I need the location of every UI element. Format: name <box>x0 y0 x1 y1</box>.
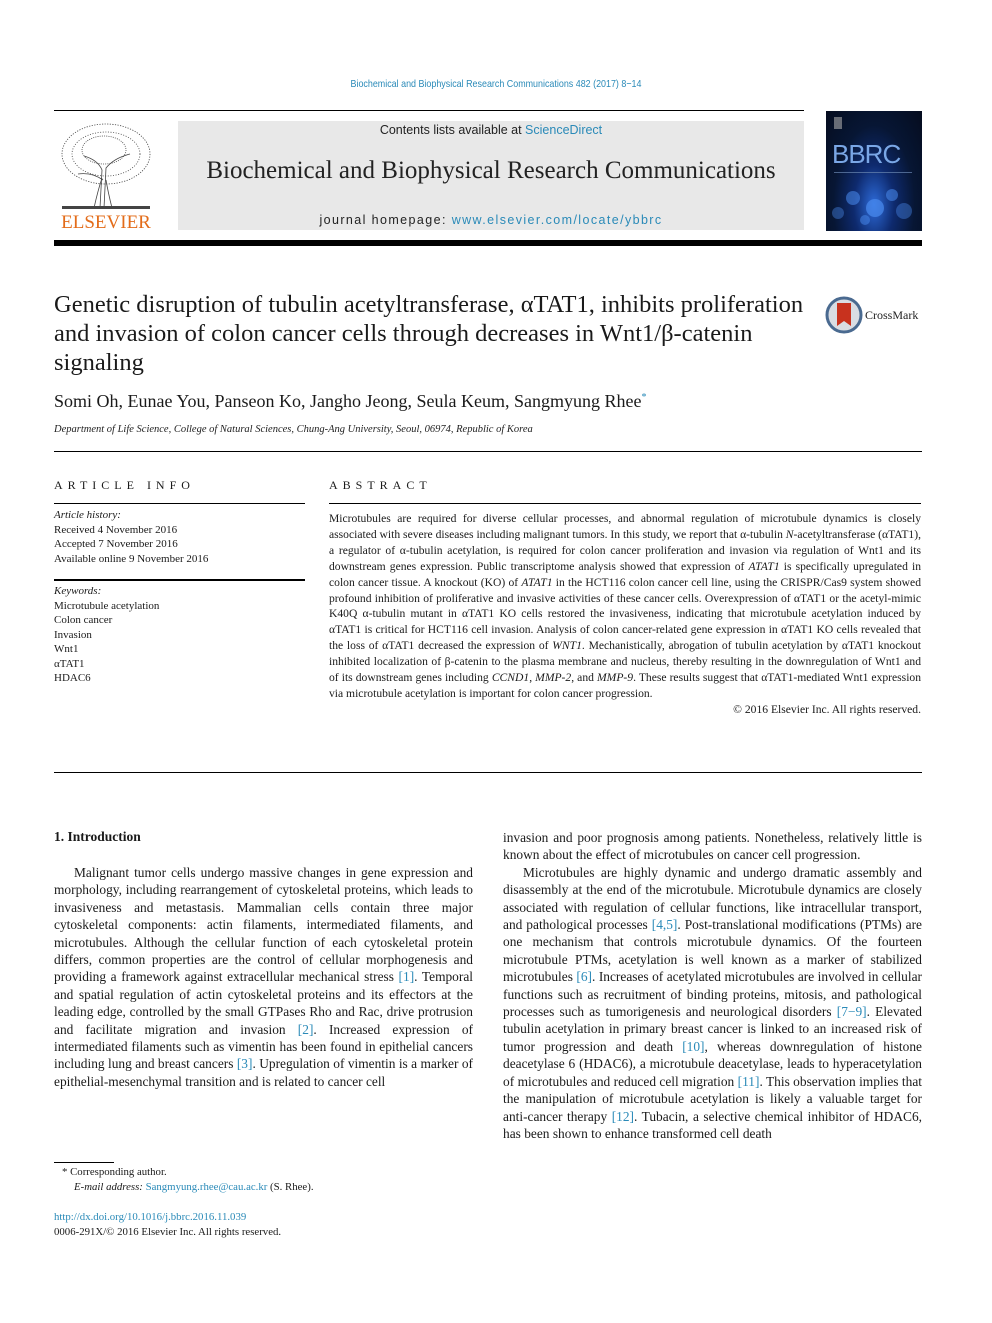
keywords-rule <box>54 579 305 581</box>
italic-term: N <box>785 527 794 541</box>
journal-homepage: journal homepage: www.elsevier.com/locat… <box>319 213 663 227</box>
corresponding-author-marker[interactable]: * <box>641 392 646 403</box>
doi-link[interactable]: http://dx.doi.org/10.1016/j.bbrc.2016.11… <box>54 1211 246 1223</box>
elsevier-logo[interactable]: ELSEVIER <box>54 120 158 234</box>
crossmark-icon <box>825 296 863 334</box>
citation-link[interactable]: [3] <box>237 1056 253 1071</box>
affiliation: Department of Life Science, College of N… <box>54 424 533 435</box>
issn-copyright: 0006-291X/© 2016 Elsevier Inc. All right… <box>54 1226 282 1238</box>
footnote-rule <box>54 1162 114 1163</box>
italic-term: ATAT1 <box>521 575 553 589</box>
intro-paragraph: Malignant tumor cells undergo massive ch… <box>54 864 473 1090</box>
keywords-label: Keywords: <box>54 585 102 597</box>
citation-link[interactable]: [7−9] <box>837 1004 867 1019</box>
cover-divider <box>834 172 912 173</box>
intro-paragraph: Microtubules are highly dynamic and unde… <box>503 864 922 1143</box>
email-line: E-mail address: Sangmyung.rhee@cau.ac.kr… <box>74 1181 314 1193</box>
keyword: HDAC6 <box>54 672 91 684</box>
abstract-body: Microtubules are required for diverse ce… <box>329 511 921 718</box>
abstract-copyright: © 2016 Elsevier Inc. All rights reserved… <box>733 702 921 716</box>
keywords-block: Keywords: Microtubule acetylation Colon … <box>54 584 305 686</box>
text-run: , and <box>571 671 597 685</box>
keyword: Wnt1 <box>54 643 79 655</box>
intro-paragraph-continued: invasion and poor prognosis among patien… <box>503 830 922 863</box>
keyword: Invasion <box>54 628 92 641</box>
contents-line: Contents lists available at ScienceDirec… <box>379 123 603 137</box>
publisher-name: ELSEVIER <box>61 212 151 233</box>
citation-link[interactable]: [12] <box>612 1109 634 1124</box>
header-thick-rule <box>54 240 922 246</box>
citation-link[interactable]: [11] <box>738 1074 760 1089</box>
article-history: Article history: Received 4 November 201… <box>54 508 305 566</box>
crossmark-label: CrossMark <box>865 308 919 322</box>
citation-link[interactable]: [6] <box>576 969 592 984</box>
journal-cover-image[interactable]: BBRC <box>826 111 922 231</box>
article-info-rule <box>54 503 305 504</box>
intro-left-column: Malignant tumor cells undergo massive ch… <box>54 864 473 1090</box>
italic-term: CCND1 <box>491 671 530 685</box>
italic-term: MMP-2 <box>535 671 572 685</box>
author-email-link[interactable]: Sangmyung.rhee@cau.ac.kr <box>146 1181 268 1193</box>
abstract-bottom-rule <box>54 772 922 773</box>
sciencedirect-link[interactable]: ScienceDirect <box>525 123 602 137</box>
abstract-paragraph: Microtubules are required for diverse ce… <box>329 511 921 702</box>
journal-title: Biochemical and Biophysical Research Com… <box>206 157 776 184</box>
homepage-link[interactable]: www.elsevier.com/locate/ybbrc <box>452 213 663 227</box>
footnote-corresponding: * Corresponding author. E-mail address: … <box>62 1165 314 1195</box>
citation-link[interactable]: [1] <box>399 969 415 984</box>
abstract-rule <box>329 503 921 504</box>
corresponding-author-note: * Corresponding author. <box>62 1166 167 1178</box>
header-rule <box>54 110 804 111</box>
article-title: Genetic disruption of tubulin acetyltran… <box>54 291 804 376</box>
italic-term: WNT1 <box>552 639 582 653</box>
crossmark-button[interactable]: CrossMark <box>825 296 925 336</box>
history-accepted: Accepted 7 November 2016 <box>54 538 178 550</box>
citation-link[interactable]: [4,5] <box>652 917 678 932</box>
elsevier-tree-icon <box>61 123 151 209</box>
journal-banner: Contents lists available at ScienceDirec… <box>178 121 804 230</box>
intro-right-column: invasion and poor prognosis among patien… <box>503 829 922 1142</box>
cover-logo-icon <box>834 117 842 129</box>
running-head[interactable]: Biochemical and Biophysical Research Com… <box>74 78 917 90</box>
keyword: Colon cancer <box>54 614 113 626</box>
citation-link[interactable]: [10] <box>682 1039 704 1054</box>
italic-term: ATAT1 <box>748 559 780 573</box>
keyword: αTAT1 <box>54 657 85 670</box>
article-history-label: Article history: <box>54 509 121 521</box>
history-received: Received 4 November 2016 <box>54 523 178 536</box>
italic-term: MMP-9 <box>597 671 634 685</box>
section-heading-introduction: 1. Introduction <box>54 829 141 844</box>
author-list: Somi Oh, Eunae You, Panseon Ko, Jangho J… <box>54 391 647 411</box>
article-info-heading: ARTICLE INFO <box>54 478 195 492</box>
text-run: Malignant tumor cells undergo massive ch… <box>54 865 473 985</box>
cover-title: BBRC <box>832 139 901 169</box>
history-online: Available online 9 November 2016 <box>54 552 209 565</box>
keyword: Microtubule acetylation <box>54 599 160 612</box>
affiliation-rule <box>54 451 922 452</box>
citation-link[interactable]: [2] <box>298 1022 314 1037</box>
doi-block: http://dx.doi.org/10.1016/j.bbrc.2016.11… <box>54 1210 281 1240</box>
abstract-heading: ABSTRACT <box>329 478 432 492</box>
